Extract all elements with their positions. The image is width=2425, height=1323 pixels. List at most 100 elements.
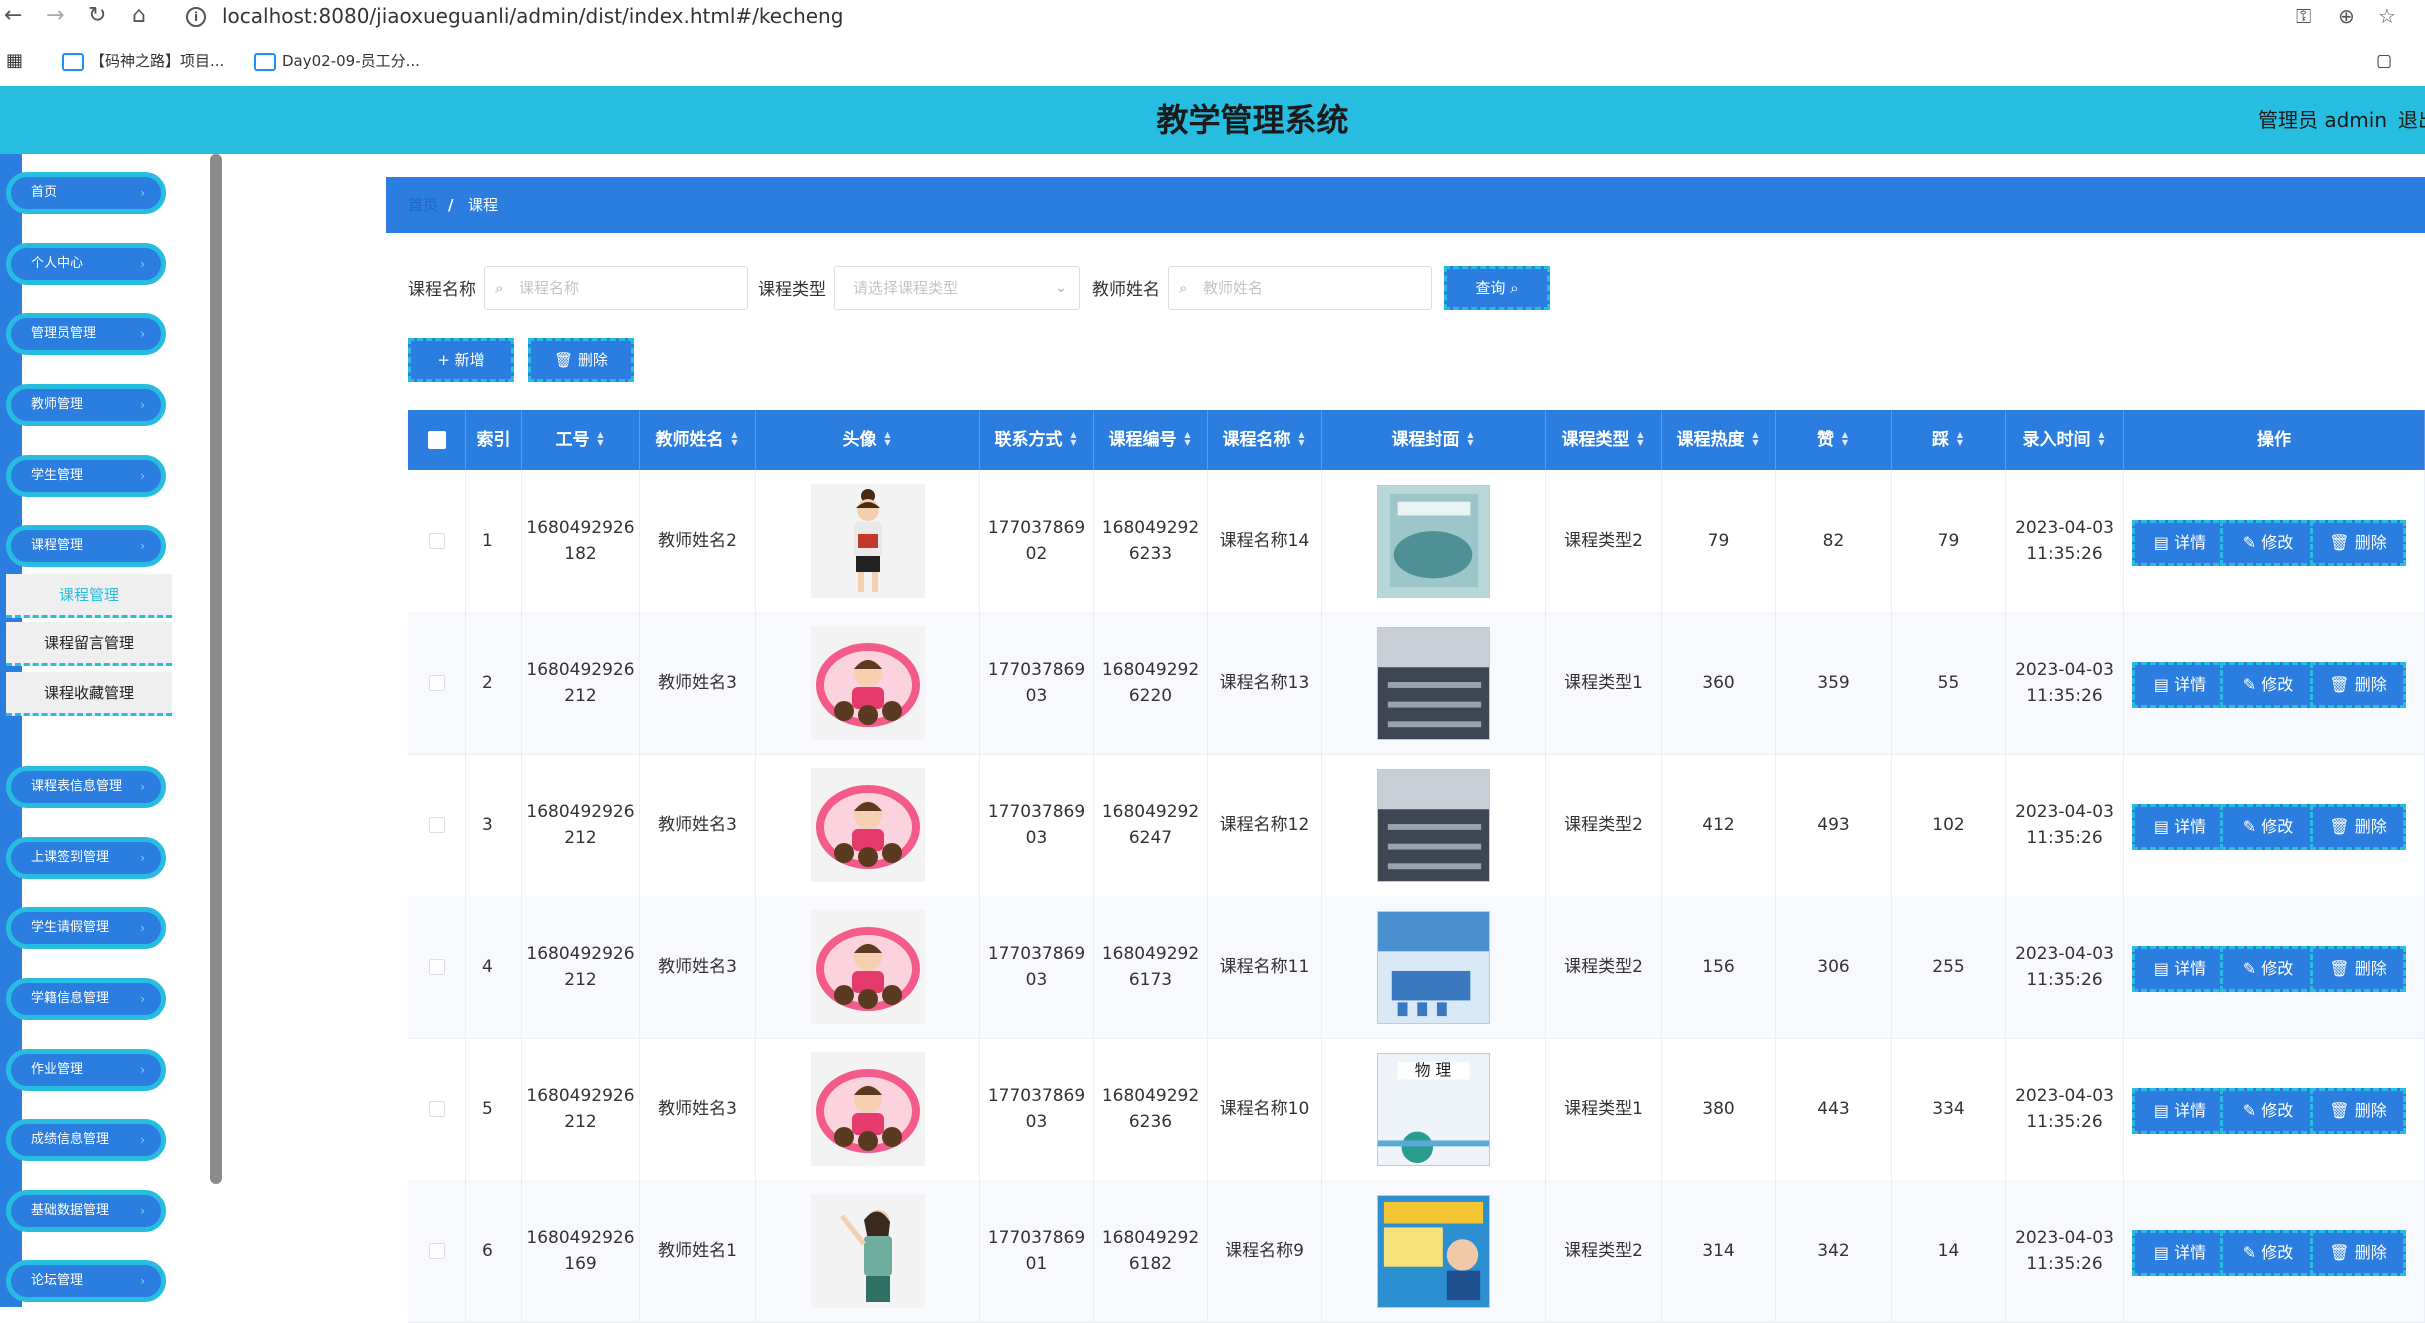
query-button[interactable]: 查询 ⌕ <box>1444 266 1550 310</box>
course-name-cell: 课程名称11 <box>1208 896 1322 1038</box>
sidebar-item-11[interactable]: 成绩信息管理 › <box>6 1119 166 1161</box>
bookmark-1[interactable]: 【码神之路】项目... <box>62 46 224 76</box>
sidebar-item-label: 学生管理 <box>31 468 84 483</box>
sidebar-item-5[interactable]: 课程管理 › <box>6 525 166 567</box>
all-bookmarks-icon[interactable]: ▢ <box>2376 46 2392 76</box>
bilibili-icon <box>62 52 84 71</box>
row-checkbox[interactable] <box>428 1101 445 1117</box>
column-header-7[interactable]: 课程封面 ▲▼ <box>1322 410 1546 470</box>
sort-icon[interactable]: ▲▼ <box>596 431 606 447</box>
column-header-6[interactable]: 课程名称 ▲▼ <box>1208 410 1322 470</box>
address-bar[interactable]: localhost:8080/jiaoxueguanli/admin/dist/… <box>222 0 843 32</box>
home-icon[interactable]: ⌂ <box>132 0 146 32</box>
sort-icon[interactable]: ▲▼ <box>2097 431 2107 447</box>
course-name-input[interactable]: ⌕ 课程名称 <box>484 266 748 310</box>
add-button[interactable]: + 新增 <box>408 338 514 382</box>
edit-button[interactable]: ✎ 修改 <box>2220 1088 2316 1134</box>
submenu-item-0[interactable]: 课程管理 <box>6 574 172 618</box>
sort-icon[interactable]: ▲▼ <box>730 431 740 447</box>
sidebar-item-1[interactable]: 个人中心 › <box>6 243 166 285</box>
detail-button[interactable]: ▤ 详情 <box>2132 662 2228 708</box>
column-header-11[interactable]: 踩 ▲▼ <box>1892 410 2006 470</box>
edit-button[interactable]: ✎ 修改 <box>2220 1230 2316 1276</box>
sort-icon[interactable]: ▲▼ <box>883 431 893 447</box>
course-name-cell: 课程名称14 <box>1208 470 1322 612</box>
delete-button[interactable]: 🗑 删除 <box>528 338 634 382</box>
sort-icon[interactable]: ▲▼ <box>1297 431 1307 447</box>
sort-icon[interactable]: ▲▼ <box>1955 431 1965 447</box>
detail-button[interactable]: ▤ 详情 <box>2132 520 2228 566</box>
detail-button[interactable]: ▤ 详情 <box>2132 804 2228 850</box>
detail-button[interactable]: ▤ 详情 <box>2132 1230 2228 1276</box>
sidebar-item-3[interactable]: 教师管理 › <box>6 384 166 426</box>
column-header-4[interactable]: 联系方式 ▲▼ <box>980 410 1094 470</box>
sidebar-item-6[interactable]: 课程表信息管理 › <box>6 766 166 808</box>
phone-cell: 177037869 03 <box>980 896 1094 1038</box>
edit-button[interactable]: ✎ 修改 <box>2220 946 2316 992</box>
sidebar-item-2[interactable]: 管理员管理 › <box>6 313 166 355</box>
cover-cell <box>1322 470 1546 612</box>
column-header-12[interactable]: 录入时间 ▲▼ <box>2006 410 2124 470</box>
delete-row-button[interactable]: 🗑 删除 <box>2310 1088 2406 1134</box>
detail-button[interactable]: ▤ 详情 <box>2132 946 2228 992</box>
submenu-item-2[interactable]: 课程收藏管理 <box>6 672 172 716</box>
row-checkbox[interactable] <box>428 959 445 975</box>
delete-row-button[interactable]: 🗑 删除 <box>2310 520 2406 566</box>
delete-row-button[interactable]: 🗑 删除 <box>2310 1230 2406 1276</box>
cai-cell: 255 <box>1892 896 2006 1038</box>
sidebar-item-8[interactable]: 学生请假管理 › <box>6 907 166 949</box>
heat-cell: 412 <box>1662 754 1776 896</box>
sort-icon[interactable]: ▲▼ <box>1466 431 1476 447</box>
info-icon[interactable]: i <box>186 7 206 27</box>
heat-cell: 79 <box>1662 470 1776 612</box>
sidebar-item-12[interactable]: 基础数据管理 › <box>6 1190 166 1232</box>
star-icon[interactable]: ☆ <box>2378 0 2396 32</box>
submenu-item-1[interactable]: 课程留言管理 <box>6 622 172 666</box>
sidebar-item-4[interactable]: 学生管理 › <box>6 455 166 497</box>
sort-icon[interactable]: ▲▼ <box>1069 431 1079 447</box>
sidebar-item-9[interactable]: 学籍信息管理 › <box>6 978 166 1020</box>
delete-row-button[interactable]: 🗑 删除 <box>2310 946 2406 992</box>
logout-link[interactable]: 退出登录 <box>2398 86 2425 154</box>
column-header-9[interactable]: 课程热度 ▲▼ <box>1662 410 1776 470</box>
sort-icon[interactable]: ▲▼ <box>1183 431 1193 447</box>
back-icon[interactable]: ← <box>4 0 22 32</box>
column-header-2[interactable]: 教师姓名 ▲▼ <box>640 410 756 470</box>
sidebar-item-7[interactable]: 上课签到管理 › <box>6 837 166 879</box>
column-header-5[interactable]: 课程编号 ▲▼ <box>1094 410 1208 470</box>
edit-button[interactable]: ✎ 修改 <box>2220 662 2316 708</box>
row-checkbox[interactable] <box>428 1243 445 1259</box>
delete-row-button[interactable]: 🗑 删除 <box>2310 662 2406 708</box>
reload-icon[interactable]: ↻ <box>88 0 106 32</box>
select-all-checkbox[interactable] <box>427 431 446 449</box>
forward-icon[interactable]: → <box>46 0 64 32</box>
row-checkbox[interactable] <box>428 817 445 833</box>
sidebar-item-10[interactable]: 作业管理 › <box>6 1049 166 1091</box>
sidebar-item-13[interactable]: 论坛管理 › <box>6 1260 166 1302</box>
sort-icon[interactable]: ▲▼ <box>1751 431 1761 447</box>
avatar-cell <box>756 612 980 754</box>
sidebar-item-0[interactable]: 首页 › <box>6 172 166 214</box>
column-header-3[interactable]: 头像 ▲▼ <box>756 410 980 470</box>
column-header-10[interactable]: 赞 ▲▼ <box>1776 410 1892 470</box>
key-icon[interactable]: ⚿ <box>2296 0 2311 32</box>
sidebar-item-label: 课程表信息管理 <box>31 779 123 794</box>
column-header-8[interactable]: 课程类型 ▲▼ <box>1546 410 1662 470</box>
course-cover-image <box>1377 484 1490 598</box>
sort-icon[interactable]: ▲▼ <box>1840 431 1850 447</box>
bookmark-2[interactable]: Day02-09-员工分... <box>254 46 420 76</box>
detail-button[interactable]: ▤ 详情 <box>2132 1088 2228 1134</box>
edit-button[interactable]: ✎ 修改 <box>2220 520 2316 566</box>
teacher-name-input[interactable]: ⌕ 教师姓名 <box>1168 266 1432 310</box>
breadcrumb-home[interactable]: 首页 <box>408 177 438 233</box>
row-checkbox[interactable] <box>428 533 445 549</box>
row-checkbox[interactable] <box>428 675 445 691</box>
delete-row-button[interactable]: 🗑 删除 <box>2310 804 2406 850</box>
sort-icon[interactable]: ▲▼ <box>1636 431 1646 447</box>
column-header-1[interactable]: 工号 ▲▼ <box>522 410 640 470</box>
apps-icon[interactable]: ▦ <box>6 46 23 76</box>
course-type-select[interactable]: 请选择课程类型 ⌄ <box>834 266 1080 310</box>
sidebar-scrollbar[interactable] <box>210 154 222 1184</box>
edit-button[interactable]: ✎ 修改 <box>2220 804 2316 850</box>
zoom-icon[interactable]: ⊕ <box>2338 0 2355 32</box>
